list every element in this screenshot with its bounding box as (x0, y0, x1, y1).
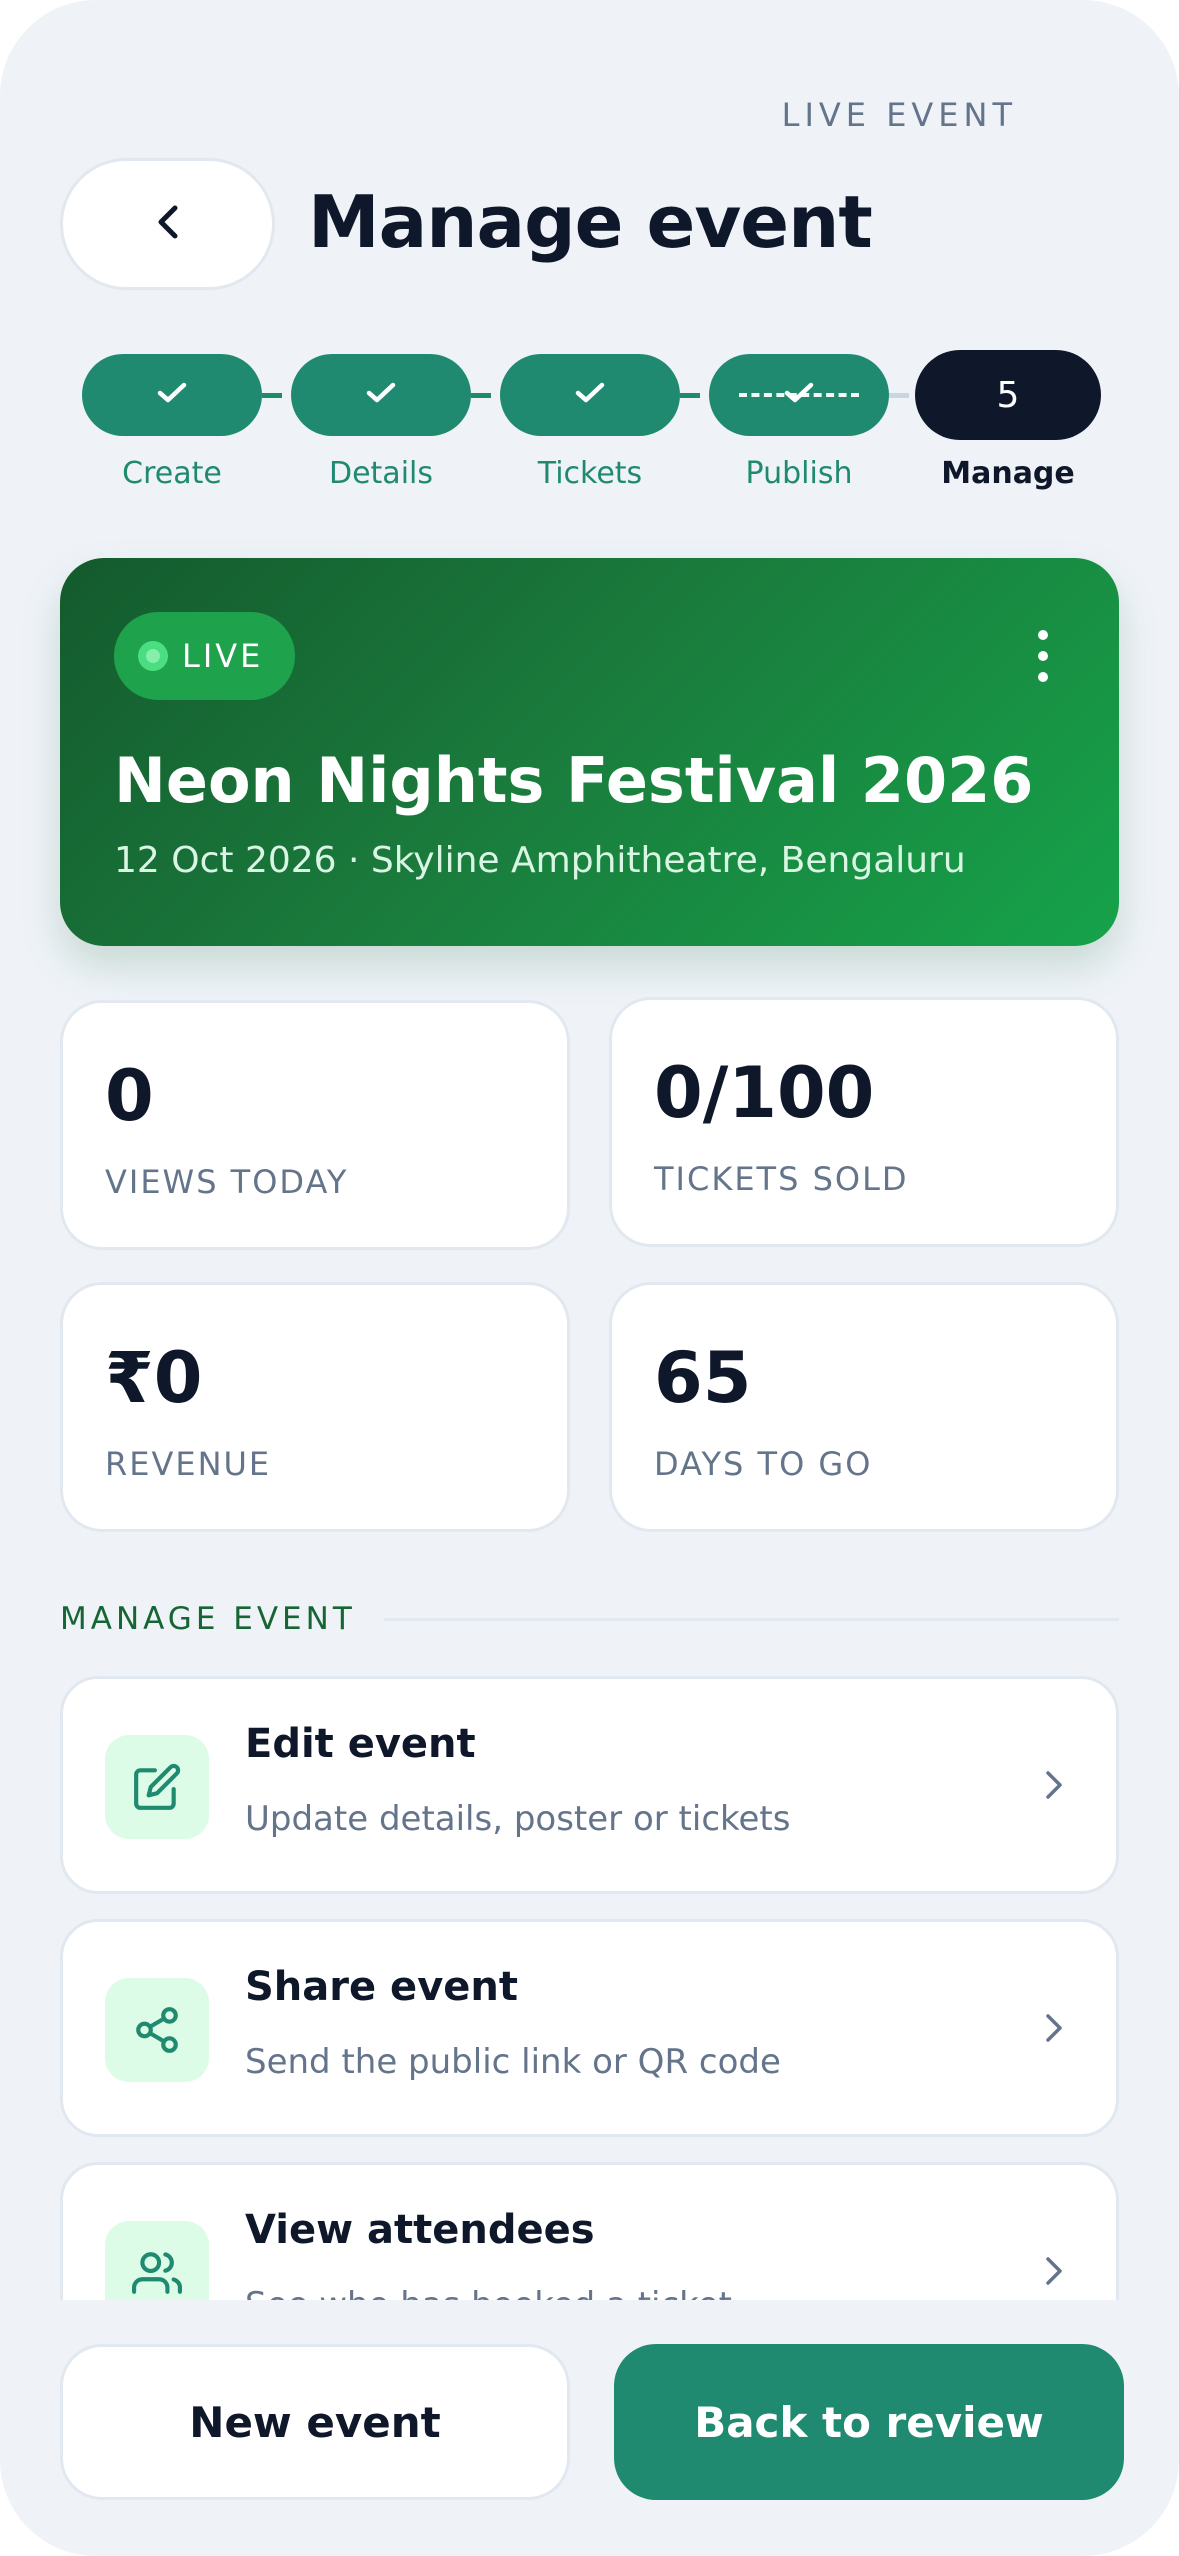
progress-stepper: Create Details Tickets Publish 5 Manage (82, 348, 1102, 500)
share-event-row[interactable]: Share event Send the public link or QR c… (60, 1919, 1119, 2137)
event-date-venue: 12 Oct 2026 · Skyline Amphitheatre, Beng… (114, 840, 966, 881)
step-pill (709, 354, 889, 436)
step-details[interactable]: Details (291, 348, 471, 491)
stat-label: REVENUE (105, 1445, 272, 1483)
back-button[interactable] (60, 158, 275, 290)
page-title: Manage event (308, 180, 873, 264)
stat-value: ₹0 (105, 1337, 203, 1419)
edit-icon (105, 1735, 209, 1839)
step-connector (471, 393, 491, 398)
section-divider (383, 1617, 1119, 1621)
stat-label: DAYS TO GO (654, 1445, 873, 1483)
step-connector (262, 393, 282, 398)
action-subtitle: See who has booked a ticket (245, 2285, 732, 2300)
check-icon (574, 380, 606, 410)
chevron-right-icon (1042, 1765, 1066, 1809)
live-badge: LIVE (114, 612, 296, 700)
step-label: Tickets (537, 456, 643, 491)
step-label: Create (122, 456, 222, 491)
action-title: Edit event (245, 1721, 476, 1767)
step-tickets[interactable]: Tickets (500, 348, 680, 491)
stat-value: 0 (105, 1055, 154, 1137)
action-title: Share event (245, 1964, 518, 2010)
section-header: MANAGE EVENT (60, 1598, 1119, 1640)
section-title: MANAGE EVENT (60, 1601, 356, 1637)
check-icon (783, 380, 815, 410)
stat-label: VIEWS TODAY (105, 1163, 349, 1201)
stat-value: 0/100 (654, 1052, 875, 1134)
more-vertical-icon[interactable] (1033, 630, 1053, 690)
step-manage[interactable]: 5 Manage (915, 348, 1101, 491)
manage-actions-list[interactable]: Edit event Update details, poster or tic… (0, 1660, 1179, 2300)
share-icon (105, 1978, 209, 2082)
event-hero-card: LIVE Neon Nights Festival 2026 12 Oct 20… (60, 558, 1119, 946)
chevron-left-icon (151, 202, 185, 246)
step-number: 5 (915, 350, 1101, 440)
step-create[interactable]: Create (82, 348, 262, 491)
check-icon (365, 380, 397, 410)
edit-event-row[interactable]: Edit event Update details, poster or tic… (60, 1676, 1119, 1894)
step-pill (500, 354, 680, 436)
chevron-right-icon (1042, 2008, 1066, 2052)
view-attendees-row[interactable]: View attendees See who has booked a tick… (60, 2162, 1119, 2300)
step-label: Publish (745, 456, 853, 491)
step-publish[interactable]: Publish (709, 348, 889, 491)
users-icon (105, 2221, 209, 2300)
step-connector (680, 393, 700, 398)
stat-card-views: 0 VIEWS TODAY (60, 1000, 570, 1250)
step-connector (889, 393, 909, 398)
stat-card-days-to-go: 65 DAYS TO GO (609, 1282, 1119, 1532)
action-subtitle: Send the public link or QR code (245, 2042, 781, 2082)
stat-card-revenue: ₹0 REVENUE (60, 1282, 570, 1532)
step-pill (291, 354, 471, 436)
chevron-right-icon (1042, 2251, 1066, 2295)
stat-label: TICKETS SOLD (654, 1160, 909, 1198)
page-eyebrow: LIVE EVENT (781, 96, 1017, 134)
step-label: Manage (941, 456, 1075, 491)
event-name: Neon Nights Festival 2026 (114, 744, 1034, 817)
step-pill (82, 354, 262, 436)
action-subtitle: Update details, poster or tickets (245, 1799, 791, 1839)
back-to-review-button[interactable]: Back to review (614, 2344, 1124, 2500)
step-label: Details (328, 456, 433, 491)
live-dot-icon (138, 641, 168, 671)
live-badge-label: LIVE (182, 637, 264, 675)
check-icon (156, 380, 188, 410)
action-title: View attendees (245, 2207, 595, 2253)
phone-screen: LIVE EVENT Manage event Create Details T… (0, 0, 1179, 2556)
stat-card-tickets-sold: 0/100 TICKETS SOLD (609, 997, 1119, 1247)
stat-value: 65 (654, 1337, 752, 1419)
new-event-button[interactable]: New event (60, 2344, 570, 2500)
